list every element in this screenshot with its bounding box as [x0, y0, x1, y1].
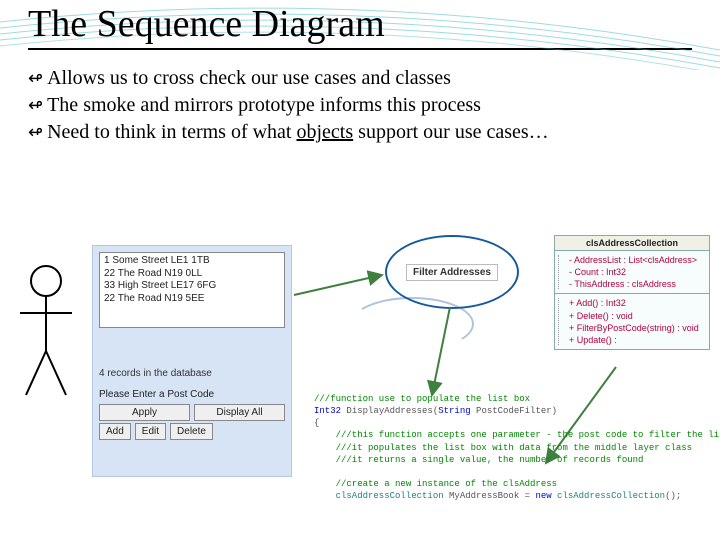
- bullet-icon: ↫: [28, 120, 43, 144]
- actor-icon: [16, 263, 76, 403]
- add-button[interactable]: Add: [99, 423, 131, 440]
- form-listbox[interactable]: 1 Some Street LE1 1TB 22 The Road N19 0L…: [99, 252, 285, 328]
- bullet-list: ↫ Allows us to cross check our use cases…: [0, 60, 720, 145]
- bullet-item: ↫ The smoke and mirrors prototype inform…: [28, 93, 692, 118]
- display-all-button[interactable]: Display All: [194, 404, 285, 421]
- usecase-label: Filter Addresses: [406, 264, 498, 281]
- class-box: clsAddressCollection - AddressList : Lis…: [554, 235, 710, 350]
- bullet-item: ↫ Need to think in terms of what objects…: [28, 120, 692, 145]
- code-snippet: ///function use to populate the list box…: [314, 393, 710, 502]
- class-attributes: - AddressList : List<clsAddress> - Count…: [555, 251, 709, 294]
- bullet-text: The smoke and mirrors prototype informs …: [47, 93, 692, 118]
- edit-button[interactable]: Edit: [135, 423, 166, 440]
- delete-button[interactable]: Delete: [170, 423, 213, 440]
- form-status: 4 records in the database: [99, 368, 285, 379]
- class-operations: + Add() : Int32 + Delete() : void + Filt…: [555, 294, 709, 349]
- bullet-icon: ↫: [28, 93, 43, 117]
- bullet-text: Allows us to cross check our use cases a…: [47, 66, 692, 91]
- slide-title: The Sequence Diagram: [28, 2, 692, 46]
- apply-button[interactable]: Apply: [99, 404, 190, 421]
- bullet-icon: ↫: [28, 66, 43, 90]
- class-name: clsAddressCollection: [555, 236, 709, 251]
- form-mock: 1 Some Street LE1 1TB 22 The Road N19 0L…: [92, 245, 292, 477]
- form-prompt: Please Enter a Post Code: [99, 389, 285, 400]
- usecase-oval: Filter Addresses: [385, 235, 515, 305]
- bullet-text: Need to think in terms of what objects s…: [47, 120, 692, 145]
- bullet-item: ↫ Allows us to cross check our use cases…: [28, 66, 692, 91]
- title-underline: [28, 48, 692, 50]
